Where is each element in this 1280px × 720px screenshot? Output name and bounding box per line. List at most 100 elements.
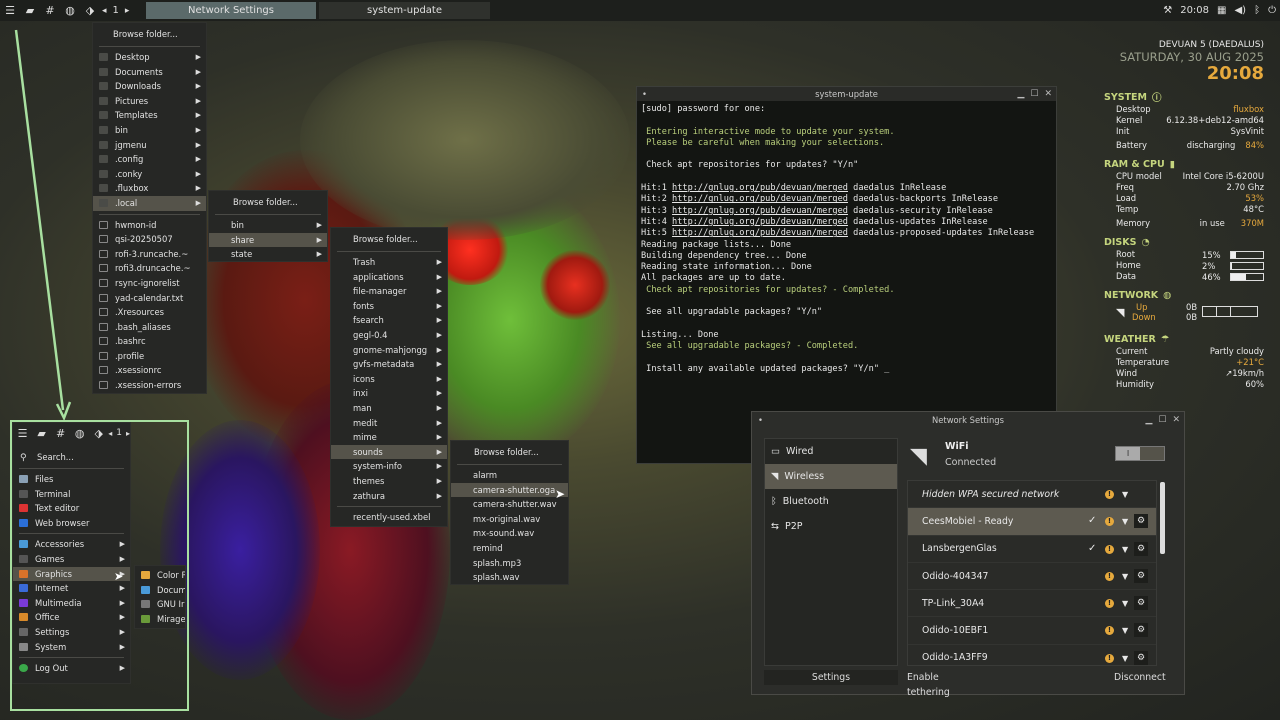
file-item[interactable]: recently-used.xbel (331, 510, 447, 525)
folder-item[interactable]: fonts ▶ (331, 299, 447, 314)
gear-icon[interactable]: ⚙ (1134, 541, 1148, 556)
wifi-network-row[interactable]: Odido-404347! ▼ ⚙ (908, 563, 1156, 591)
workspace-number[interactable]: 1 (113, 5, 119, 16)
globe-icon[interactable]: ◍ (70, 423, 89, 444)
repo-url-link[interactable]: http://gnlug.org/pub/devuan/merged (672, 183, 848, 193)
clock[interactable]: 20:08 (1180, 5, 1209, 16)
minimize-icon[interactable]: ▁ (1145, 412, 1152, 428)
folder-item[interactable]: .local ▶ (93, 195, 206, 211)
nav-p2p[interactable]: ⇆ P2P (765, 514, 897, 539)
category-item[interactable]: Graphics ▶ (13, 566, 130, 582)
nav-bluetooth[interactable]: ᛒ Bluetooth (765, 489, 897, 514)
folder-item[interactable]: file-manager ▶ (331, 284, 447, 299)
wifi-network-row[interactable]: LansbergenGlas ✓! ▼ ⚙ (908, 536, 1156, 563)
workspace-next[interactable]: ▸ (125, 6, 130, 16)
app-item[interactable]: Files (13, 472, 130, 487)
repo-url-link[interactable]: http://gnlug.org/pub/devuan/merged (672, 217, 848, 227)
file-item[interactable]: rofi-3.runcache.~ (93, 247, 206, 262)
menu-icon[interactable]: ☰ (0, 0, 20, 21)
settings-button[interactable]: Settings (764, 670, 898, 685)
app-search[interactable]: ⚲ Search... (13, 449, 130, 465)
app-item[interactable]: Terminal (13, 487, 130, 502)
wifi-network-row[interactable]: Odido-1A3FF9! ▼ ⚙ (908, 645, 1156, 665)
gear-icon[interactable]: ⚙ (1134, 650, 1148, 665)
network-settings-window[interactable]: • Network Settings ▁ ☐ ✕ ▭ Wired ◥ Wireless … (751, 411, 1185, 698)
bluetooth-icon[interactable]: ᛒ (1254, 5, 1260, 16)
update-icon[interactable]: ⚒ (1163, 5, 1172, 16)
close-icon[interactable]: ✕ (1044, 87, 1052, 101)
folder-item[interactable]: gegl-0.4 ▶ (331, 328, 447, 343)
graphics-app-item[interactable]: GNU Ir (135, 597, 185, 612)
maximize-icon[interactable]: ☐ (1158, 412, 1166, 428)
category-item[interactable]: Settings ▶ (13, 625, 130, 640)
terminal-output[interactable]: [sudo] password for one: Entering intera… (637, 101, 1056, 378)
workspace-next[interactable]: ▸ (126, 429, 130, 438)
sound-file-item[interactable]: mx-sound.wav (451, 526, 568, 541)
close-icon[interactable]: ✕ (1172, 412, 1180, 428)
globe-icon[interactable]: ◍ (60, 0, 80, 21)
sound-file-item[interactable]: remind (451, 541, 568, 556)
wifi-network-row[interactable]: Odido-10EBF1! ▼ ⚙ (908, 617, 1156, 645)
folder-item[interactable]: Templates ▶ (93, 108, 206, 123)
file-item[interactable]: rsync-ignorelist (93, 276, 206, 291)
sound-file-item[interactable]: camera-shutter.wav (451, 497, 568, 512)
app-item[interactable]: Text editor (13, 501, 130, 516)
gear-icon[interactable]: ⚙ (1134, 623, 1148, 638)
folder-item[interactable]: Desktop ▶ (93, 50, 206, 65)
wifi-network-row[interactable]: CeesMobiel - Ready ✓! ▼ ⚙ (908, 508, 1156, 536)
folder-item[interactable]: .config ▶ (93, 152, 206, 167)
folder-item[interactable]: state ▶ (209, 247, 327, 262)
graphics-app-item[interactable]: Mirage (135, 612, 185, 627)
file-item[interactable]: hwmon-id (93, 218, 206, 233)
category-item[interactable]: Internet ▶ (13, 581, 130, 596)
sound-file-item[interactable]: splash.wav (451, 570, 568, 585)
network-settings-titlebar[interactable]: • Network Settings ▁ ☐ ✕ (752, 412, 1184, 428)
folder-icon[interactable]: ▰ (20, 0, 40, 21)
category-item[interactable]: Multimedia ▶ (13, 596, 130, 611)
gear-icon[interactable]: ⚙ (1134, 568, 1148, 583)
sound-file-item[interactable]: splash.mp3 (451, 556, 568, 571)
window-menu-icon[interactable]: • (758, 412, 763, 428)
window-menu-icon[interactable]: • (642, 87, 647, 101)
folder-item[interactable]: .fluxbox ▶ (93, 181, 206, 196)
workspace-number[interactable]: 1 (116, 428, 122, 438)
minimize-icon[interactable]: ▁ (1017, 87, 1024, 101)
maximize-icon[interactable]: ☐ (1030, 87, 1038, 101)
gear-icon[interactable]: ⚙ (1134, 514, 1148, 529)
folder-item[interactable]: icons ▶ (331, 372, 447, 387)
hash-icon[interactable]: # (40, 0, 60, 21)
category-item[interactable]: Office ▶ (13, 610, 130, 625)
file-item[interactable]: .bashrc (93, 334, 206, 349)
folder-item[interactable]: bin ▶ (93, 123, 206, 138)
repo-url-link[interactable]: http://gnlug.org/pub/devuan/merged (672, 206, 848, 216)
menu-icon[interactable]: ☰ (13, 423, 32, 444)
enable-tethering-button[interactable]: Enable tethering (907, 670, 982, 698)
file-item[interactable]: qsi-20250507 (93, 232, 206, 247)
folder-item[interactable]: fsearch ▶ (331, 313, 447, 328)
folder-item[interactable]: inxi ▶ (331, 386, 447, 401)
file-item[interactable]: rofi3.druncache.~ (93, 261, 206, 276)
graphics-app-item[interactable]: Color P (135, 568, 185, 583)
browse-folder-item[interactable]: Browse folder... (331, 230, 447, 248)
nav-wired[interactable]: ▭ Wired (765, 439, 897, 464)
folder-item[interactable]: gvfs-metadata ▶ (331, 357, 447, 372)
app-item[interactable]: Web browser (13, 516, 130, 531)
disconnect-button[interactable]: Disconnect (1114, 670, 1166, 685)
wifi-toggle[interactable]: I (1115, 446, 1165, 461)
tags-icon[interactable]: ⬗ (89, 423, 108, 444)
category-item[interactable]: System ▶ (13, 640, 130, 655)
browse-folder-item[interactable]: Browse folder... (209, 193, 327, 211)
category-item[interactable]: Accessories ▶ (13, 537, 130, 552)
file-item[interactable]: yad-calendar.txt (93, 291, 206, 306)
category-item[interactable]: Games ▶ (13, 552, 130, 567)
browse-folder-item[interactable]: Browse folder... (93, 25, 206, 43)
tags-icon[interactable]: ⬗ (80, 0, 100, 21)
power-icon[interactable]: ⏻ (1268, 5, 1276, 16)
repo-url-link[interactable]: http://gnlug.org/pub/devuan/merged (672, 228, 848, 238)
gear-icon[interactable]: ⚙ (1134, 596, 1148, 611)
folder-item[interactable]: Trash ▶ (331, 255, 447, 270)
workspace-prev[interactable]: ◂ (102, 6, 107, 16)
folder-item[interactable]: sounds ▶ (331, 444, 447, 460)
task-system-update[interactable]: system-update (319, 2, 490, 19)
sound-file-item[interactable]: mx-original.wav (451, 512, 568, 527)
